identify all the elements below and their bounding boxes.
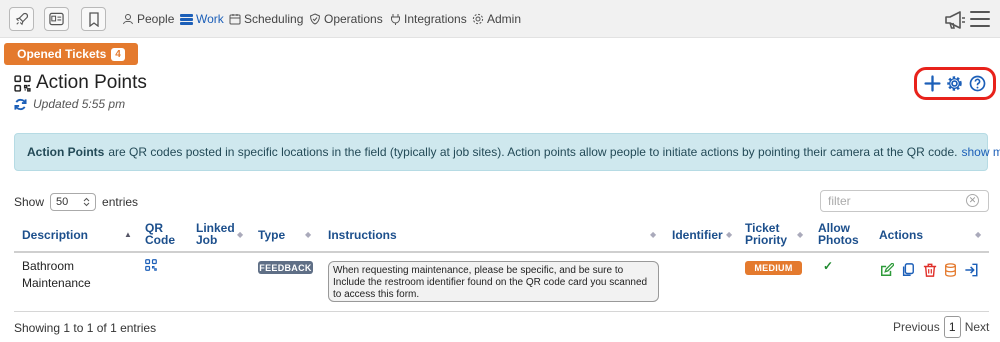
qr-code-icon [14, 74, 31, 92]
allow-photos-check: ✓ [823, 259, 834, 273]
opened-tickets-tab[interactable]: Opened Tickets 4 [4, 43, 138, 65]
nav-admin[interactable]: Admin [472, 12, 521, 26]
bookmark-icon [88, 11, 99, 27]
col-qr-code[interactable]: QR Code [145, 222, 175, 246]
page-title-text: Action Points [36, 72, 147, 93]
sort-asc-icon: ▲ [124, 230, 132, 239]
header-divider [14, 251, 989, 253]
page-length-select[interactable]: 50 [50, 193, 97, 211]
row-divider [14, 311, 989, 312]
col-instructions[interactable]: Instructions [328, 229, 397, 241]
sort-icon: ◆ [305, 230, 312, 239]
info-bold: Action Points [27, 145, 105, 159]
nav-work-label: Work [196, 12, 224, 26]
qr-code-icon[interactable] [145, 259, 157, 271]
col-priority-line2: Priority [745, 233, 788, 247]
id-card-icon [49, 12, 64, 26]
updown-chevron-icon [83, 197, 90, 207]
instructions-box: When requesting maintenance, please be s… [328, 261, 659, 302]
col-identifier[interactable]: Identifier [672, 229, 723, 241]
type-badge: FEEDBACK [258, 261, 313, 274]
pagination: Previous 1 Next [893, 316, 989, 338]
opened-tickets-label: Opened Tickets [17, 47, 107, 61]
info-text: are QR codes posted in specific location… [108, 145, 958, 159]
sort-icon: ◆ [726, 230, 733, 239]
plug-icon [391, 14, 400, 25]
id-card-button[interactable] [44, 7, 69, 31]
nav-operations-label: Operations [324, 12, 383, 26]
help-icon[interactable] [969, 75, 986, 92]
col-allow-photos[interactable]: Allow Photos [818, 222, 859, 246]
plus-icon[interactable] [924, 75, 941, 92]
settings-icon[interactable] [946, 75, 963, 92]
row-description-line1: Bathroom [22, 259, 75, 273]
show-more-link[interactable]: show more [961, 145, 1000, 159]
updated-status: Updated 5:55 pm [14, 97, 125, 111]
updated-text: Updated 5:55 pm [33, 97, 126, 111]
col-type[interactable]: Type [258, 229, 285, 241]
next-button[interactable]: Next [965, 320, 990, 334]
priority-badge: MEDIUM [745, 261, 802, 275]
work-icon [180, 13, 193, 25]
sort-icon: ◆ [797, 230, 804, 239]
rocket-icon [15, 12, 28, 26]
col-description[interactable]: Description [22, 229, 88, 241]
row-description: Bathroom Maintenance [22, 258, 91, 292]
nav-operations[interactable]: Operations [309, 12, 383, 26]
col-photos-line2: Photos [818, 233, 859, 247]
nav-scheduling-label: Scheduling [244, 12, 304, 26]
rocket-button[interactable] [9, 7, 34, 31]
col-actions[interactable]: Actions [879, 229, 923, 241]
nav-work[interactable]: Work [180, 12, 224, 26]
opened-tickets-count: 4 [111, 47, 125, 61]
clear-filter-icon[interactable]: ✕ [966, 194, 979, 207]
filter-input[interactable] [820, 190, 989, 212]
trash-icon[interactable] [923, 263, 937, 277]
col-qr-line2: Code [145, 233, 175, 247]
sort-icon: ◆ [237, 230, 244, 239]
nav-people-label: People [137, 12, 175, 26]
show-label: Show [14, 195, 45, 209]
top-navbar: People Work Scheduling Operations Integr… [0, 0, 1000, 38]
page-1-button[interactable]: 1 [943, 316, 961, 338]
bookmark-button[interactable] [81, 7, 106, 31]
info-banner: Action Points are QR codes posted in spe… [14, 133, 1000, 171]
copy-icon[interactable] [901, 263, 915, 277]
nav-integrations[interactable]: Integrations [390, 12, 467, 26]
refresh-icon[interactable] [14, 98, 27, 111]
page-length-value: 50 [56, 196, 69, 208]
previous-button[interactable]: Previous [893, 320, 940, 334]
gear-icon [472, 13, 484, 25]
row-description-line2: Maintenance [22, 276, 91, 290]
hamburger-icon[interactable] [970, 10, 990, 28]
edit-icon[interactable] [880, 263, 894, 277]
nav-integrations-label: Integrations [404, 12, 467, 26]
sort-icon: ◆ [975, 230, 982, 239]
col-linked-job[interactable]: Linked Job [196, 222, 235, 246]
col-ticket-priority[interactable]: Ticket Priority [745, 222, 787, 246]
nav-admin-label: Admin [487, 12, 522, 26]
col-linked-line2: Job [196, 233, 218, 247]
sort-icon: ◆ [650, 230, 657, 239]
table-info: Showing 1 to 1 of 1 entries [14, 321, 157, 335]
page-actions [914, 67, 996, 100]
calendar-icon [229, 14, 241, 25]
sign-in-icon[interactable] [964, 263, 979, 277]
database-icon[interactable] [944, 263, 957, 277]
megaphone-icon[interactable] [944, 9, 966, 31]
nav-people[interactable]: People [122, 12, 174, 26]
people-icon [123, 14, 133, 25]
shield-icon [309, 13, 321, 25]
page-length-control: Show 50 entries [14, 193, 138, 211]
entries-label: entries [102, 195, 139, 209]
page-title: Action Points [14, 72, 147, 94]
nav-scheduling[interactable]: Scheduling [229, 12, 303, 26]
